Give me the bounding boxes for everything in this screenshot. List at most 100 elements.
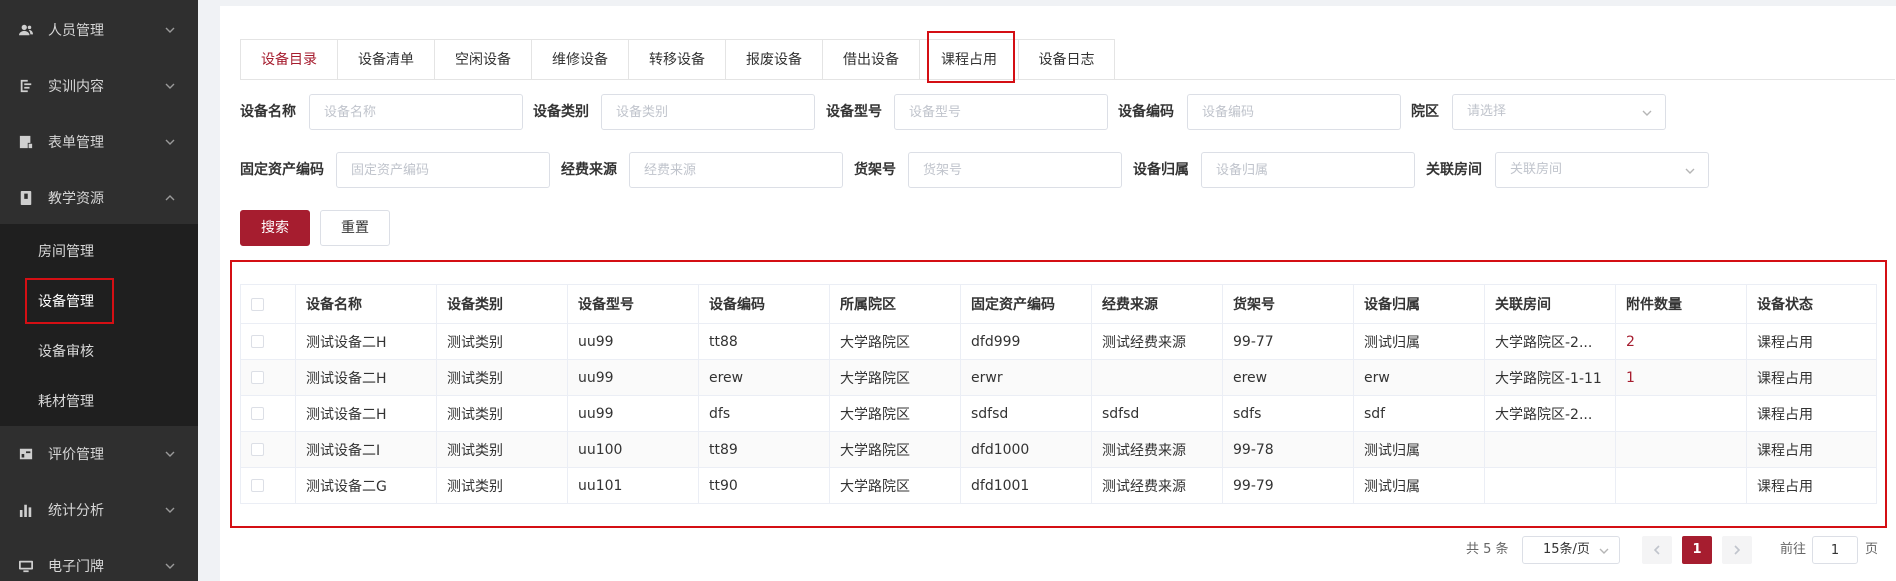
column-header: 设备归属 <box>1353 284 1485 324</box>
table-cell: erew <box>1222 359 1354 396</box>
fund-source-input[interactable] <box>629 152 843 188</box>
sidebar-item-personnel[interactable]: 人员管理 <box>0 2 198 58</box>
asset-code-input[interactable] <box>336 152 550 188</box>
tab-scrapped-devices[interactable]: 报废设备 <box>726 40 823 80</box>
tab-idle-devices[interactable]: 空闲设备 <box>435 40 532 80</box>
table-cell: 测试经费来源 <box>1091 467 1223 504</box>
sidebar-item-training[interactable]: 实训内容 <box>0 58 198 114</box>
table-cell: 测试类别 <box>436 323 568 360</box>
page-size-value: 15条/页 <box>1543 542 1590 557</box>
tab-transfer-devices[interactable]: 转移设备 <box>629 40 726 80</box>
select-all-checkbox[interactable] <box>251 297 264 311</box>
prev-page-button[interactable] <box>1642 536 1672 564</box>
goto-suffix-label: 页 <box>1865 542 1879 557</box>
highlight-box-course-occupied-tab <box>927 31 1015 83</box>
attachment-count-link[interactable] <box>1615 395 1747 432</box>
row-select-cell[interactable] <box>240 323 296 360</box>
chevron-down-icon <box>1599 545 1609 555</box>
goto-page-input[interactable] <box>1812 536 1858 564</box>
tab-repair-devices[interactable]: 维修设备 <box>532 40 629 80</box>
sidebar-item-label: 表单管理 <box>48 135 104 151</box>
row-select-cell[interactable] <box>240 359 296 396</box>
table-row[interactable]: 测试设备二H 测试类别 uu99 erew 大学路院区 erwr erew er… <box>240 359 1877 396</box>
table-cell: 课程占用 <box>1746 323 1877 360</box>
tab-lent-devices[interactable]: 借出设备 <box>823 40 920 80</box>
filter-label-campus: 院区 <box>1411 104 1439 120</box>
table-cell: tt90 <box>698 467 830 504</box>
submenu-item-device-review[interactable]: 设备审核 <box>38 340 94 364</box>
submenu-item-consumables[interactable]: 耗材管理 <box>38 390 94 414</box>
filter-label-owner: 设备归属 <box>1133 162 1189 178</box>
tab-device-log[interactable]: 设备日志 <box>1019 40 1114 80</box>
search-button[interactable]: 搜索 <box>240 210 310 246</box>
attachment-count-link[interactable] <box>1615 431 1747 468</box>
table-cell: uu99 <box>567 359 699 396</box>
device-name-input[interactable] <box>309 94 523 130</box>
submenu-teaching-resources: 房间管理 设备管理 设备审核 耗材管理 <box>0 224 198 426</box>
submenu-item-rooms[interactable]: 房间管理 <box>38 240 94 264</box>
column-header: 设备状态 <box>1746 284 1877 324</box>
next-page-button[interactable] <box>1722 536 1752 564</box>
book-icon <box>19 191 33 205</box>
column-header: 设备类别 <box>436 284 568 324</box>
table-cell: 大学路院区 <box>829 431 961 468</box>
table-cell: sdfs <box>1222 395 1354 432</box>
sidebar-item-statistics[interactable]: 统计分析 <box>0 482 198 538</box>
campus-select[interactable]: 请选择 <box>1452 94 1666 130</box>
monitor-icon <box>19 559 33 573</box>
table-cell: 课程占用 <box>1746 467 1877 504</box>
device-model-input[interactable] <box>894 94 1108 130</box>
column-header: 经费来源 <box>1091 284 1223 324</box>
table-row[interactable]: 测试设备二G 测试类别 uu101 tt90 大学路院区 dfd1001 测试经… <box>240 467 1877 504</box>
sidebar-item-evaluation[interactable]: 评价管理 <box>0 426 198 482</box>
attachment-count-link[interactable] <box>1615 467 1747 504</box>
row-select-cell[interactable] <box>240 395 296 432</box>
sidebar-item-teaching-resources[interactable]: 教学资源 <box>0 170 198 226</box>
attachment-count-link[interactable]: 1 <box>1615 359 1747 396</box>
sidebar: 人员管理 实训内容 表单管理 教学资源 房间管理 设备管理 设备审核 耗材管理 … <box>0 0 198 581</box>
device-code-input[interactable] <box>1187 94 1401 130</box>
row-select-cell[interactable] <box>240 467 296 504</box>
room-select[interactable]: 关联房间 <box>1495 152 1709 188</box>
highlight-box-device-management <box>25 278 114 324</box>
table-cell: sdfsd <box>1091 395 1223 432</box>
sidebar-item-e-doorplate[interactable]: 电子门牌 <box>0 538 198 581</box>
table-cell: 大学路院区-1-11 <box>1484 359 1616 396</box>
tab-device-catalog[interactable]: 设备目录 <box>241 40 338 80</box>
attachment-count-link[interactable]: 2 <box>1615 323 1747 360</box>
select-all-cell[interactable] <box>240 284 296 324</box>
column-header: 关联房间 <box>1484 284 1616 324</box>
evaluation-icon <box>19 447 33 461</box>
bar-chart-icon <box>19 503 33 517</box>
row-select-cell[interactable] <box>240 431 296 468</box>
table-cell: 测试经费来源 <box>1091 431 1223 468</box>
table-cell: sdf <box>1353 395 1485 432</box>
device-category-input[interactable] <box>601 94 815 130</box>
row-checkbox[interactable] <box>251 443 264 456</box>
filter-label-room: 关联房间 <box>1426 162 1482 178</box>
device-owner-input[interactable] <box>1201 152 1415 188</box>
table-cell: erw <box>1353 359 1485 396</box>
reset-button[interactable]: 重置 <box>320 210 390 246</box>
shelf-number-input[interactable] <box>908 152 1122 188</box>
table-cell: 99-77 <box>1222 323 1354 360</box>
table-cell: 测试归属 <box>1353 323 1485 360</box>
table-row[interactable]: 测试设备二H 测试类别 uu99 tt88 大学路院区 dfd999 测试经费来… <box>240 323 1877 360</box>
chevron-right-icon <box>1734 545 1741 555</box>
page-size-select[interactable]: 15条/页 <box>1522 536 1620 564</box>
table-cell: 测试归属 <box>1353 431 1485 468</box>
sidebar-item-forms[interactable]: 表单管理 <box>0 114 198 170</box>
sidebar-item-label: 人员管理 <box>48 23 104 39</box>
sidebar-item-label: 统计分析 <box>48 503 104 519</box>
page-number-current[interactable]: 1 <box>1682 536 1712 564</box>
row-checkbox[interactable] <box>251 371 264 384</box>
row-checkbox[interactable] <box>251 407 264 420</box>
row-checkbox[interactable] <box>251 335 264 348</box>
table-row[interactable]: 测试设备二I 测试类别 uu100 tt89 大学路院区 dfd1000 测试经… <box>240 431 1877 468</box>
table-cell: 测试类别 <box>436 431 568 468</box>
tab-device-list[interactable]: 设备清单 <box>338 40 435 80</box>
table-row[interactable]: 测试设备二H 测试类别 uu99 dfs 大学路院区 sdfsd sdfsd s… <box>240 395 1877 432</box>
sidebar-item-label: 电子门牌 <box>48 559 104 575</box>
row-checkbox[interactable] <box>251 479 264 492</box>
filter-label-model: 设备型号 <box>826 104 882 120</box>
